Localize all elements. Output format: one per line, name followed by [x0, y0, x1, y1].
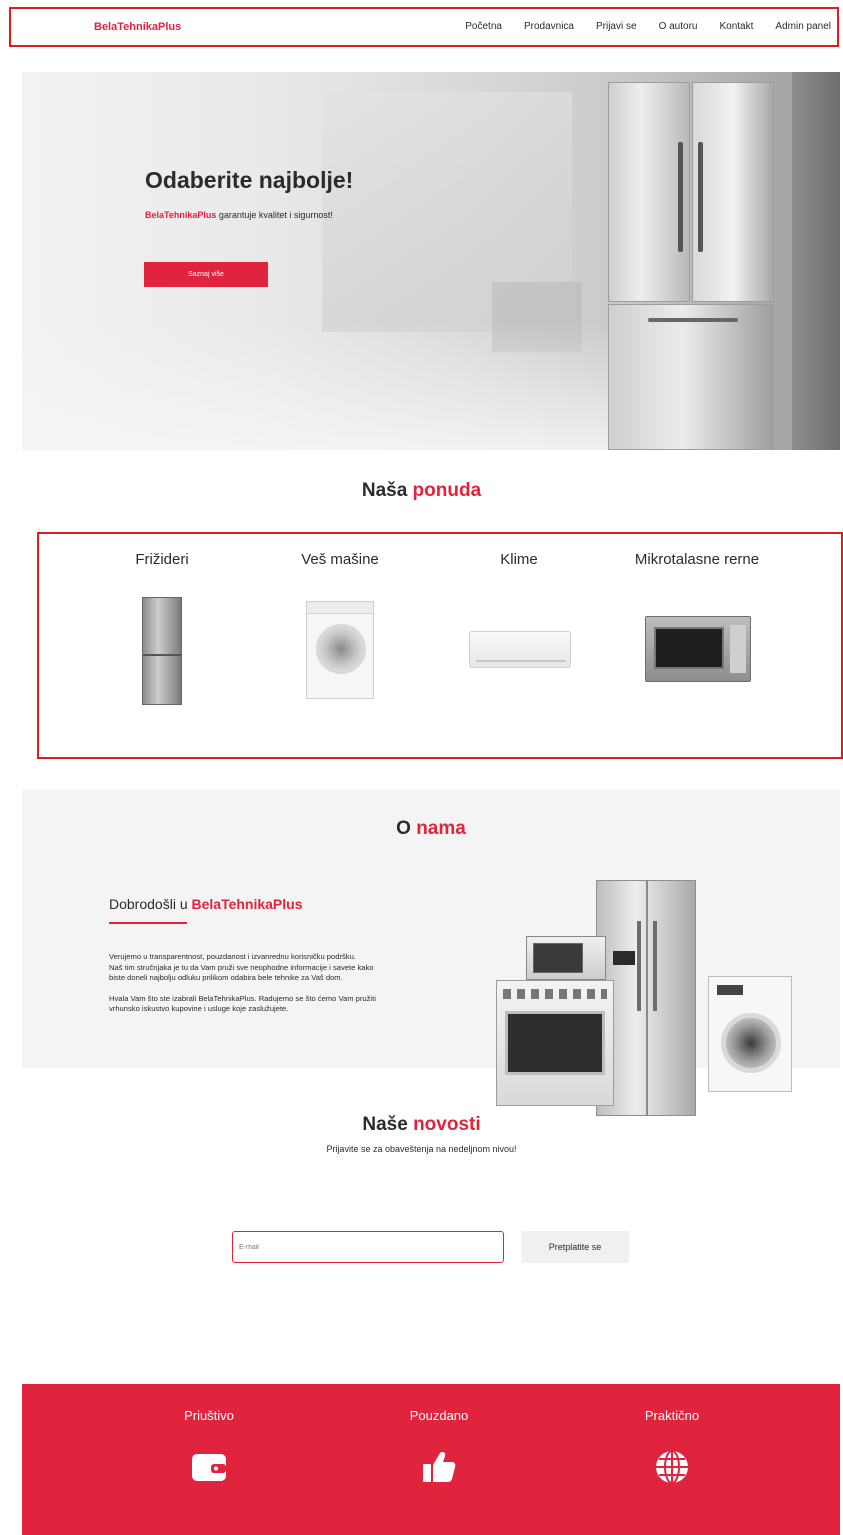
about-heading: Dobrodošli u BelaTehnikaPlus [109, 896, 303, 912]
feature-reliable: Pouzdano [359, 1408, 519, 1487]
wallet-icon [189, 1447, 229, 1487]
category-microwaves[interactable]: Mikrotalasne rerne [617, 551, 777, 568]
washing-machine-image[interactable] [306, 601, 374, 699]
brand-logo[interactable]: BelaTehnikaPlus [94, 21, 181, 33]
nav-item-admin-panel[interactable]: Admin panel [775, 21, 831, 32]
globe-icon [652, 1447, 692, 1487]
subscribe-button[interactable]: Pretplatite se [521, 1231, 629, 1263]
nav-item-prodavnica[interactable]: Prodavnica [524, 21, 574, 32]
category-microwaves-label: Mikrotalasne rerne [634, 551, 760, 568]
appliances-image [496, 880, 796, 1120]
offer-categories: Frižideri Veš mašine Klime Mikrotalasne … [37, 532, 843, 759]
hero-banner [22, 72, 840, 450]
category-fridges[interactable]: Frižideri [82, 551, 242, 568]
feature-affordable-label: Priuštivo [184, 1408, 234, 1423]
nav-item-kontakt[interactable]: Kontakt [719, 21, 753, 32]
air-conditioner-image[interactable] [469, 631, 571, 668]
email-input[interactable] [232, 1231, 504, 1263]
category-air-conditioners-label: Klime [500, 551, 538, 568]
learn-more-button[interactable]: Saznaj više [144, 262, 268, 287]
category-washing-machines-label: Veš mašine [301, 551, 379, 568]
about-divider [109, 922, 187, 924]
news-title: Naše novosti [362, 1114, 481, 1135]
hero-title: Odaberite najbolje! [145, 167, 354, 193]
nav-item-prijavi-se[interactable]: Prijavi se [596, 21, 637, 32]
offer-title: Naša ponuda [361, 480, 482, 501]
category-washing-machines[interactable]: Veš mašine [260, 551, 420, 568]
hero-fridge-image [588, 72, 808, 450]
news-subtitle: Prijavite se za obaveštenja na nedeljnom… [326, 1144, 517, 1154]
fridge-image[interactable] [142, 597, 182, 705]
nav-item-o-autoru[interactable]: O autoru [659, 21, 698, 32]
category-fridges-label: Frižideri [135, 551, 189, 568]
navbar: BelaTehnikaPlus Početna Prodavnica Prija… [9, 7, 839, 47]
features-bar: Priuštivo Pouzdano Praktično [22, 1384, 840, 1535]
about-section: O nama Dobrodošli u BelaTehnikaPlus Veru… [22, 790, 840, 1116]
thumbs-up-icon [419, 1447, 459, 1487]
feature-practical-label: Praktično [644, 1408, 700, 1423]
microwave-image[interactable] [645, 616, 751, 682]
hero-subtitle: BelaTehnikaPlus garantuje kvalitet i sig… [145, 210, 333, 220]
nav-item-pocetna[interactable]: Početna [465, 21, 502, 32]
feature-reliable-label: Pouzdano [409, 1408, 469, 1423]
category-air-conditioners[interactable]: Klime [439, 551, 599, 568]
nav-menu: Početna Prodavnica Prijavi se O autoru K… [443, 21, 831, 32]
feature-affordable: Priuštivo [129, 1408, 289, 1487]
about-title: O nama [396, 818, 466, 839]
about-text: Verujemo u transparentnost, pouzdanost i… [109, 952, 376, 1013]
feature-practical: Praktično [592, 1408, 752, 1487]
